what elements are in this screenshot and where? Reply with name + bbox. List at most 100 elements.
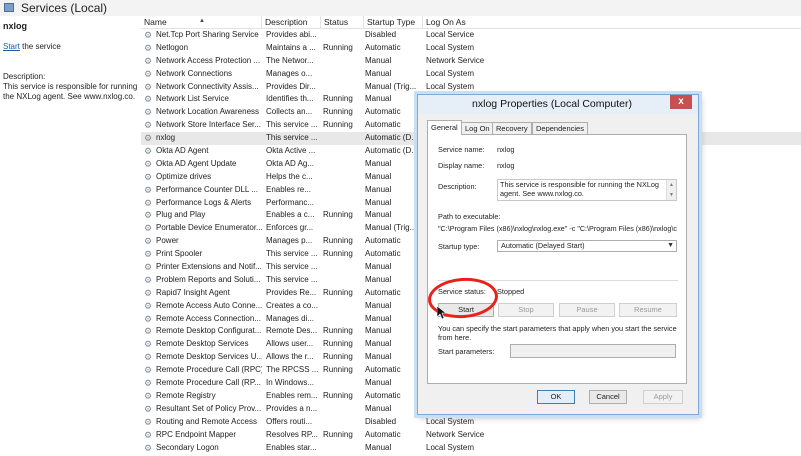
table-row[interactable]: ⚙ Network Connectivity Assis... Provides D… — [141, 81, 801, 94]
start-params-label: Start parameters: — [438, 347, 495, 356]
service-gear-icon: ⚙ — [144, 403, 153, 414]
column-header-status[interactable]: Status — [321, 16, 364, 28]
service-description-cell: Provides Dir... — [266, 81, 316, 91]
start-params-input[interactable] — [510, 344, 676, 358]
startup-type-label: Startup type: — [438, 242, 480, 251]
table-row[interactable]: ⚙ RPC Endpoint Mapper Resolves RP... Runnin… — [141, 429, 801, 442]
service-name-cell: Net.Tcp Port Sharing Service — [156, 30, 259, 39]
service-description-cell: The Networ... — [266, 55, 314, 65]
service-logon-cell: Local Service — [426, 30, 475, 39]
start-button[interactable]: Start — [438, 303, 494, 317]
service-startup-cell: Automatic — [365, 390, 401, 400]
service-description-cell: Enables re... — [266, 184, 311, 194]
start-service-link[interactable]: Start — [3, 42, 20, 51]
tab-general[interactable]: General — [427, 120, 462, 135]
service-description-cell: Manages p... — [266, 236, 313, 246]
service-logon-cell: Local System — [426, 81, 475, 91]
service-name-label: Service name: — [438, 145, 485, 154]
service-status-cell: Running — [323, 339, 353, 349]
table-row[interactable]: ⚙ Network Access Protection ... The Networ… — [141, 55, 801, 68]
description-scrollbar[interactable]: ▲ ▼ — [666, 180, 676, 200]
service-gear-icon: ⚙ — [144, 274, 153, 285]
service-logon-cell: Local System — [426, 442, 475, 452]
service-gear-icon: ⚙ — [144, 55, 153, 66]
service-gear-icon: ⚙ — [144, 184, 153, 195]
service-description-cell: Offers routi... — [266, 416, 313, 426]
service-status-cell: Running — [323, 249, 353, 259]
dialog-description-box[interactable]: This service is responsible for running … — [497, 179, 677, 201]
properties-dialog: nxlog Properties (Local Computer) x Gene… — [417, 94, 699, 415]
service-name-cell: Plug and Play — [156, 210, 206, 220]
column-headers: Name ▲ Description Status Startup Type L… — [141, 16, 801, 29]
service-startup-cell: Automatic — [365, 287, 401, 297]
tab-recovery[interactable]: Recovery — [492, 122, 532, 134]
service-gear-icon: ⚙ — [144, 442, 153, 453]
services-icon — [4, 3, 14, 12]
service-gear-icon: ⚙ — [144, 262, 153, 273]
tab-log-on[interactable]: Log On — [461, 122, 494, 134]
service-description-cell: Provides a n... — [266, 403, 318, 413]
description-label: Description: — [3, 72, 46, 81]
tab-dependencies[interactable]: Dependencies — [532, 122, 588, 134]
cancel-button[interactable]: Cancel — [589, 390, 627, 404]
service-detail-pane: nxlog Start the service Description: Thi… — [0, 16, 141, 456]
service-status-cell: Running — [323, 236, 353, 246]
service-name-cell: Power — [156, 236, 179, 246]
service-gear-icon: ⚙ — [144, 326, 153, 337]
service-name-cell: Remote Desktop Services — [156, 339, 249, 349]
service-description-cell: This service ... — [266, 133, 318, 143]
service-startup-cell: Manual (Trig... — [365, 223, 417, 233]
service-description-cell: Collects an... — [266, 107, 313, 117]
startup-type-select[interactable]: Automatic (Delayed Start) ▼ — [497, 240, 677, 252]
service-logon-cell: Local System — [426, 416, 475, 426]
service-status-cell: Running — [323, 390, 353, 400]
table-row[interactable]: ⚙ Network Connections Manages o... Manual Lo… — [141, 68, 801, 81]
table-row[interactable]: ⚙ Netlogon Maintains a ... Running Automatic… — [141, 42, 801, 55]
table-row[interactable]: ⚙ Routing and Remote Access Offers routi..… — [141, 416, 801, 429]
column-header-log-on-as[interactable]: Log On As — [423, 16, 543, 28]
service-startup-cell: Manual (Trig... — [365, 81, 417, 91]
service-gear-icon: ⚙ — [144, 287, 153, 298]
service-gear-icon: ⚙ — [144, 249, 153, 260]
service-startup-cell: Manual — [365, 158, 392, 168]
service-startup-cell: Manual — [365, 94, 392, 104]
service-name-cell: Resultant Set of Policy Prov... — [156, 403, 262, 413]
service-description-cell: Enables a c... — [266, 210, 315, 220]
service-gear-icon: ⚙ — [144, 300, 153, 311]
divider — [438, 280, 678, 281]
column-name-label: Name — [144, 17, 167, 27]
column-header-name[interactable]: Name ▲ — [141, 16, 262, 28]
service-startup-cell: Automatic — [365, 365, 401, 375]
service-startup-cell: Manual — [365, 326, 392, 336]
column-header-description[interactable]: Description — [262, 16, 321, 28]
service-name-cell: Remote Registry — [156, 390, 216, 400]
path-value: "C:\Program Files (x86)\nxlog\nxlog.exe"… — [438, 224, 677, 233]
service-name-cell: Secondary Logon — [156, 442, 219, 452]
service-gear-icon: ⚙ — [144, 429, 153, 440]
service-startup-cell: Manual — [365, 352, 392, 362]
service-startup-cell: Automatic — [365, 120, 401, 130]
selected-service-name: nxlog — [3, 21, 27, 31]
service-name-cell: Performance Counter DLL ... — [156, 184, 258, 194]
stop-button[interactable]: Stop — [498, 303, 554, 317]
service-name-cell: Rapid7 Insight Agent — [156, 287, 230, 297]
pause-button[interactable]: Pause — [559, 303, 615, 317]
service-gear-icon: ⚙ — [144, 171, 153, 182]
table-row[interactable]: ⚙ Secondary Logon Enables star... Manual Loc… — [141, 442, 801, 455]
service-description-cell: Remote Des... — [266, 326, 318, 336]
service-startup-cell: Manual — [365, 274, 392, 284]
close-button[interactable]: x — [670, 95, 692, 109]
apply-button[interactable]: Apply — [643, 390, 683, 404]
service-description-cell: Resolves RP... — [266, 429, 318, 439]
general-tab-panel: Service name: nxlog Display name: nxlog … — [427, 134, 687, 384]
table-row[interactable]: ⚙ Net.Tcp Port Sharing Service Provides ab… — [141, 29, 801, 42]
resume-button[interactable]: Resume — [619, 303, 677, 317]
service-gear-icon: ⚙ — [144, 107, 153, 118]
column-header-startup-type[interactable]: Startup Type — [364, 16, 423, 28]
service-startup-cell: Manual — [365, 313, 392, 323]
display-name-value: nxlog — [497, 161, 515, 170]
ok-button[interactable]: OK — [537, 390, 575, 404]
service-gear-icon: ⚙ — [144, 197, 153, 208]
service-name-cell: Remote Access Auto Conne... — [156, 300, 262, 310]
display-name-label: Display name: — [438, 161, 485, 170]
